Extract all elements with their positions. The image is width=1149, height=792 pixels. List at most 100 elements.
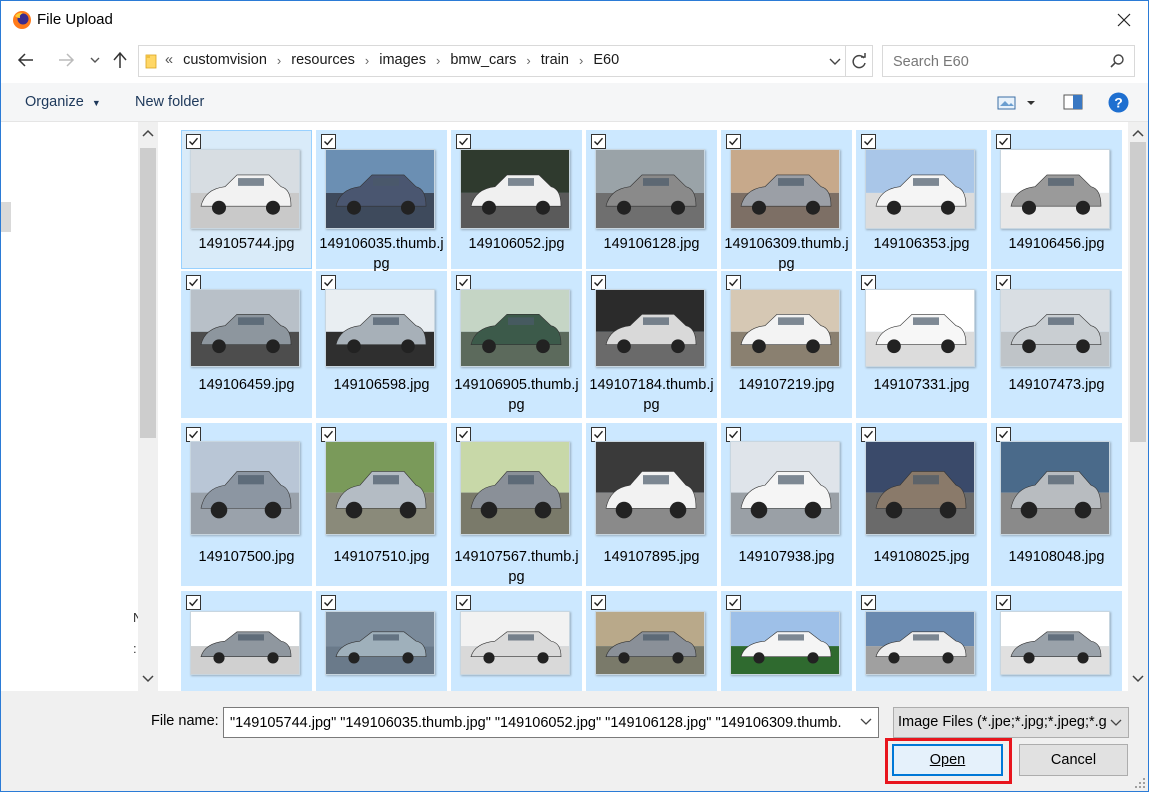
checkbox-checked-icon[interactable] [456,134,471,149]
cancel-button[interactable]: Cancel [1019,744,1128,776]
file-name-input[interactable] [228,713,858,733]
checkbox-checked-icon[interactable] [186,595,201,610]
file-tile[interactable] [991,591,1122,691]
scrollbar-thumb[interactable] [140,148,156,438]
file-tile[interactable]: 149106309.thumb.jpg [721,130,852,272]
breadcrumb-item[interactable]: bmw_cars [450,52,516,68]
nav-item-fragment[interactable]: : [133,641,137,656]
checkbox-checked-icon[interactable] [726,595,741,610]
close-icon[interactable] [1113,9,1135,31]
checkbox-checked-icon[interactable] [456,275,471,290]
checkbox-checked-icon[interactable] [861,595,876,610]
scroll-up-arrow-icon[interactable] [141,128,155,138]
resize-grip-icon[interactable] [1132,775,1146,789]
checkbox-checked-icon[interactable] [321,275,336,290]
breadcrumb-item[interactable]: E60 [593,52,619,68]
checkbox-checked-icon[interactable] [456,595,471,610]
breadcrumb-item[interactable]: images [379,52,426,68]
file-tile[interactable]: 149106459.jpg [181,271,312,418]
checkbox-checked-icon[interactable] [861,275,876,290]
checkbox-checked-icon[interactable] [321,595,336,610]
file-list[interactable]: 149105744.jpg 149106035.thumb.jpg 14910605… [158,122,1128,691]
checkbox-checked-icon[interactable] [321,427,336,442]
checkbox-checked-icon[interactable] [591,134,606,149]
file-tile[interactable]: 149107567.thumb.jpg [451,423,582,586]
file-tile[interactable] [721,591,852,691]
file-tile[interactable]: 149106598.jpg [316,271,447,418]
file-tile[interactable]: 149106353.jpg [856,130,987,269]
chevron-right-icon[interactable]: › [436,53,440,68]
refresh-icon[interactable] [845,46,872,76]
checkbox-checked-icon[interactable] [726,134,741,149]
change-view-icon[interactable] [997,95,1037,111]
breadcrumb-item[interactable]: customvision [183,52,267,68]
new-folder-button[interactable]: New folder [135,94,204,110]
checkbox-checked-icon[interactable] [861,427,876,442]
checkbox-checked-icon[interactable] [186,134,201,149]
file-tile[interactable] [316,591,447,691]
organize-menu-button[interactable]: Organize ▼ [25,94,101,110]
checkbox-checked-icon[interactable] [996,275,1011,290]
file-tile[interactable]: 149107331.jpg [856,271,987,418]
navigation-pane-scrollbar[interactable] [138,122,158,691]
checkbox-checked-icon[interactable] [456,427,471,442]
chevron-down-icon[interactable] [1110,718,1122,728]
file-tile[interactable]: 149105744.jpg [181,130,312,269]
file-tile[interactable]: 149106128.jpg [586,130,717,269]
scroll-down-arrow-icon[interactable] [141,674,155,684]
file-tile[interactable]: 149106052.jpg [451,130,582,269]
file-tile[interactable]: 149107500.jpg [181,423,312,586]
file-tile[interactable]: 149107895.jpg [586,423,717,586]
forward-arrow-icon[interactable] [55,49,77,71]
scroll-down-arrow-icon[interactable] [1131,674,1145,684]
checkbox-checked-icon[interactable] [996,595,1011,610]
checkbox-checked-icon[interactable] [726,275,741,290]
help-icon[interactable]: ? [1108,92,1129,113]
file-tile[interactable]: 149107184.thumb.jpg [586,271,717,418]
file-tile[interactable] [451,591,582,691]
file-tile[interactable]: 149107510.jpg [316,423,447,586]
checkbox-checked-icon[interactable] [996,427,1011,442]
file-tile[interactable]: 149108048.jpg [991,423,1122,586]
checkbox-checked-icon[interactable] [591,595,606,610]
search-icon[interactable] [1109,53,1125,69]
file-tile[interactable]: 149108025.jpg [856,423,987,586]
address-bar[interactable]: « customvision › resources › images › bm… [138,45,873,77]
scroll-up-arrow-icon[interactable] [1131,128,1145,138]
chevron-right-icon[interactable]: › [579,53,583,68]
file-name-combobox[interactable] [223,707,879,738]
file-tile[interactable]: 149106035.thumb.jpg [316,130,447,272]
checkbox-checked-icon[interactable] [996,134,1011,149]
checkbox-checked-icon[interactable] [591,275,606,290]
navigation-pane[interactable]: N : [1,122,142,691]
scrollbar-thumb[interactable] [1130,142,1146,442]
chevron-down-icon[interactable] [860,717,872,727]
recent-locations-chevron-icon[interactable] [87,49,103,71]
up-arrow-icon[interactable] [109,49,131,71]
breadcrumb-item[interactable]: resources [291,52,355,68]
checkbox-checked-icon[interactable] [186,427,201,442]
search-input[interactable] [891,52,1105,72]
chevron-right-icon[interactable]: › [526,53,530,68]
breadcrumb-overflow[interactable]: « [165,52,173,68]
checkbox-checked-icon[interactable] [591,427,606,442]
checkbox-checked-icon[interactable] [186,275,201,290]
breadcrumb-item[interactable]: train [541,52,569,68]
file-tile[interactable] [856,591,987,691]
checkbox-checked-icon[interactable] [726,427,741,442]
file-type-select[interactable]: Image Files (*.jpe;*.jpg;*.jpeg;*.gif;*.… [893,707,1129,738]
file-tile[interactable]: 149107473.jpg [991,271,1122,418]
address-dropdown-icon[interactable] [827,54,843,68]
file-tile[interactable]: 149107938.jpg [721,423,852,586]
file-list-scrollbar[interactable] [1128,122,1148,691]
chevron-right-icon[interactable]: › [365,53,369,68]
file-tile[interactable]: 149106456.jpg [991,130,1122,269]
chevron-right-icon[interactable]: › [277,53,281,68]
checkbox-checked-icon[interactable] [321,134,336,149]
file-tile[interactable] [181,591,312,691]
file-tile[interactable] [586,591,717,691]
file-tile[interactable]: 149107219.jpg [721,271,852,418]
checkbox-checked-icon[interactable] [861,134,876,149]
back-arrow-icon[interactable] [15,49,37,71]
preview-pane-icon[interactable] [1063,94,1083,110]
